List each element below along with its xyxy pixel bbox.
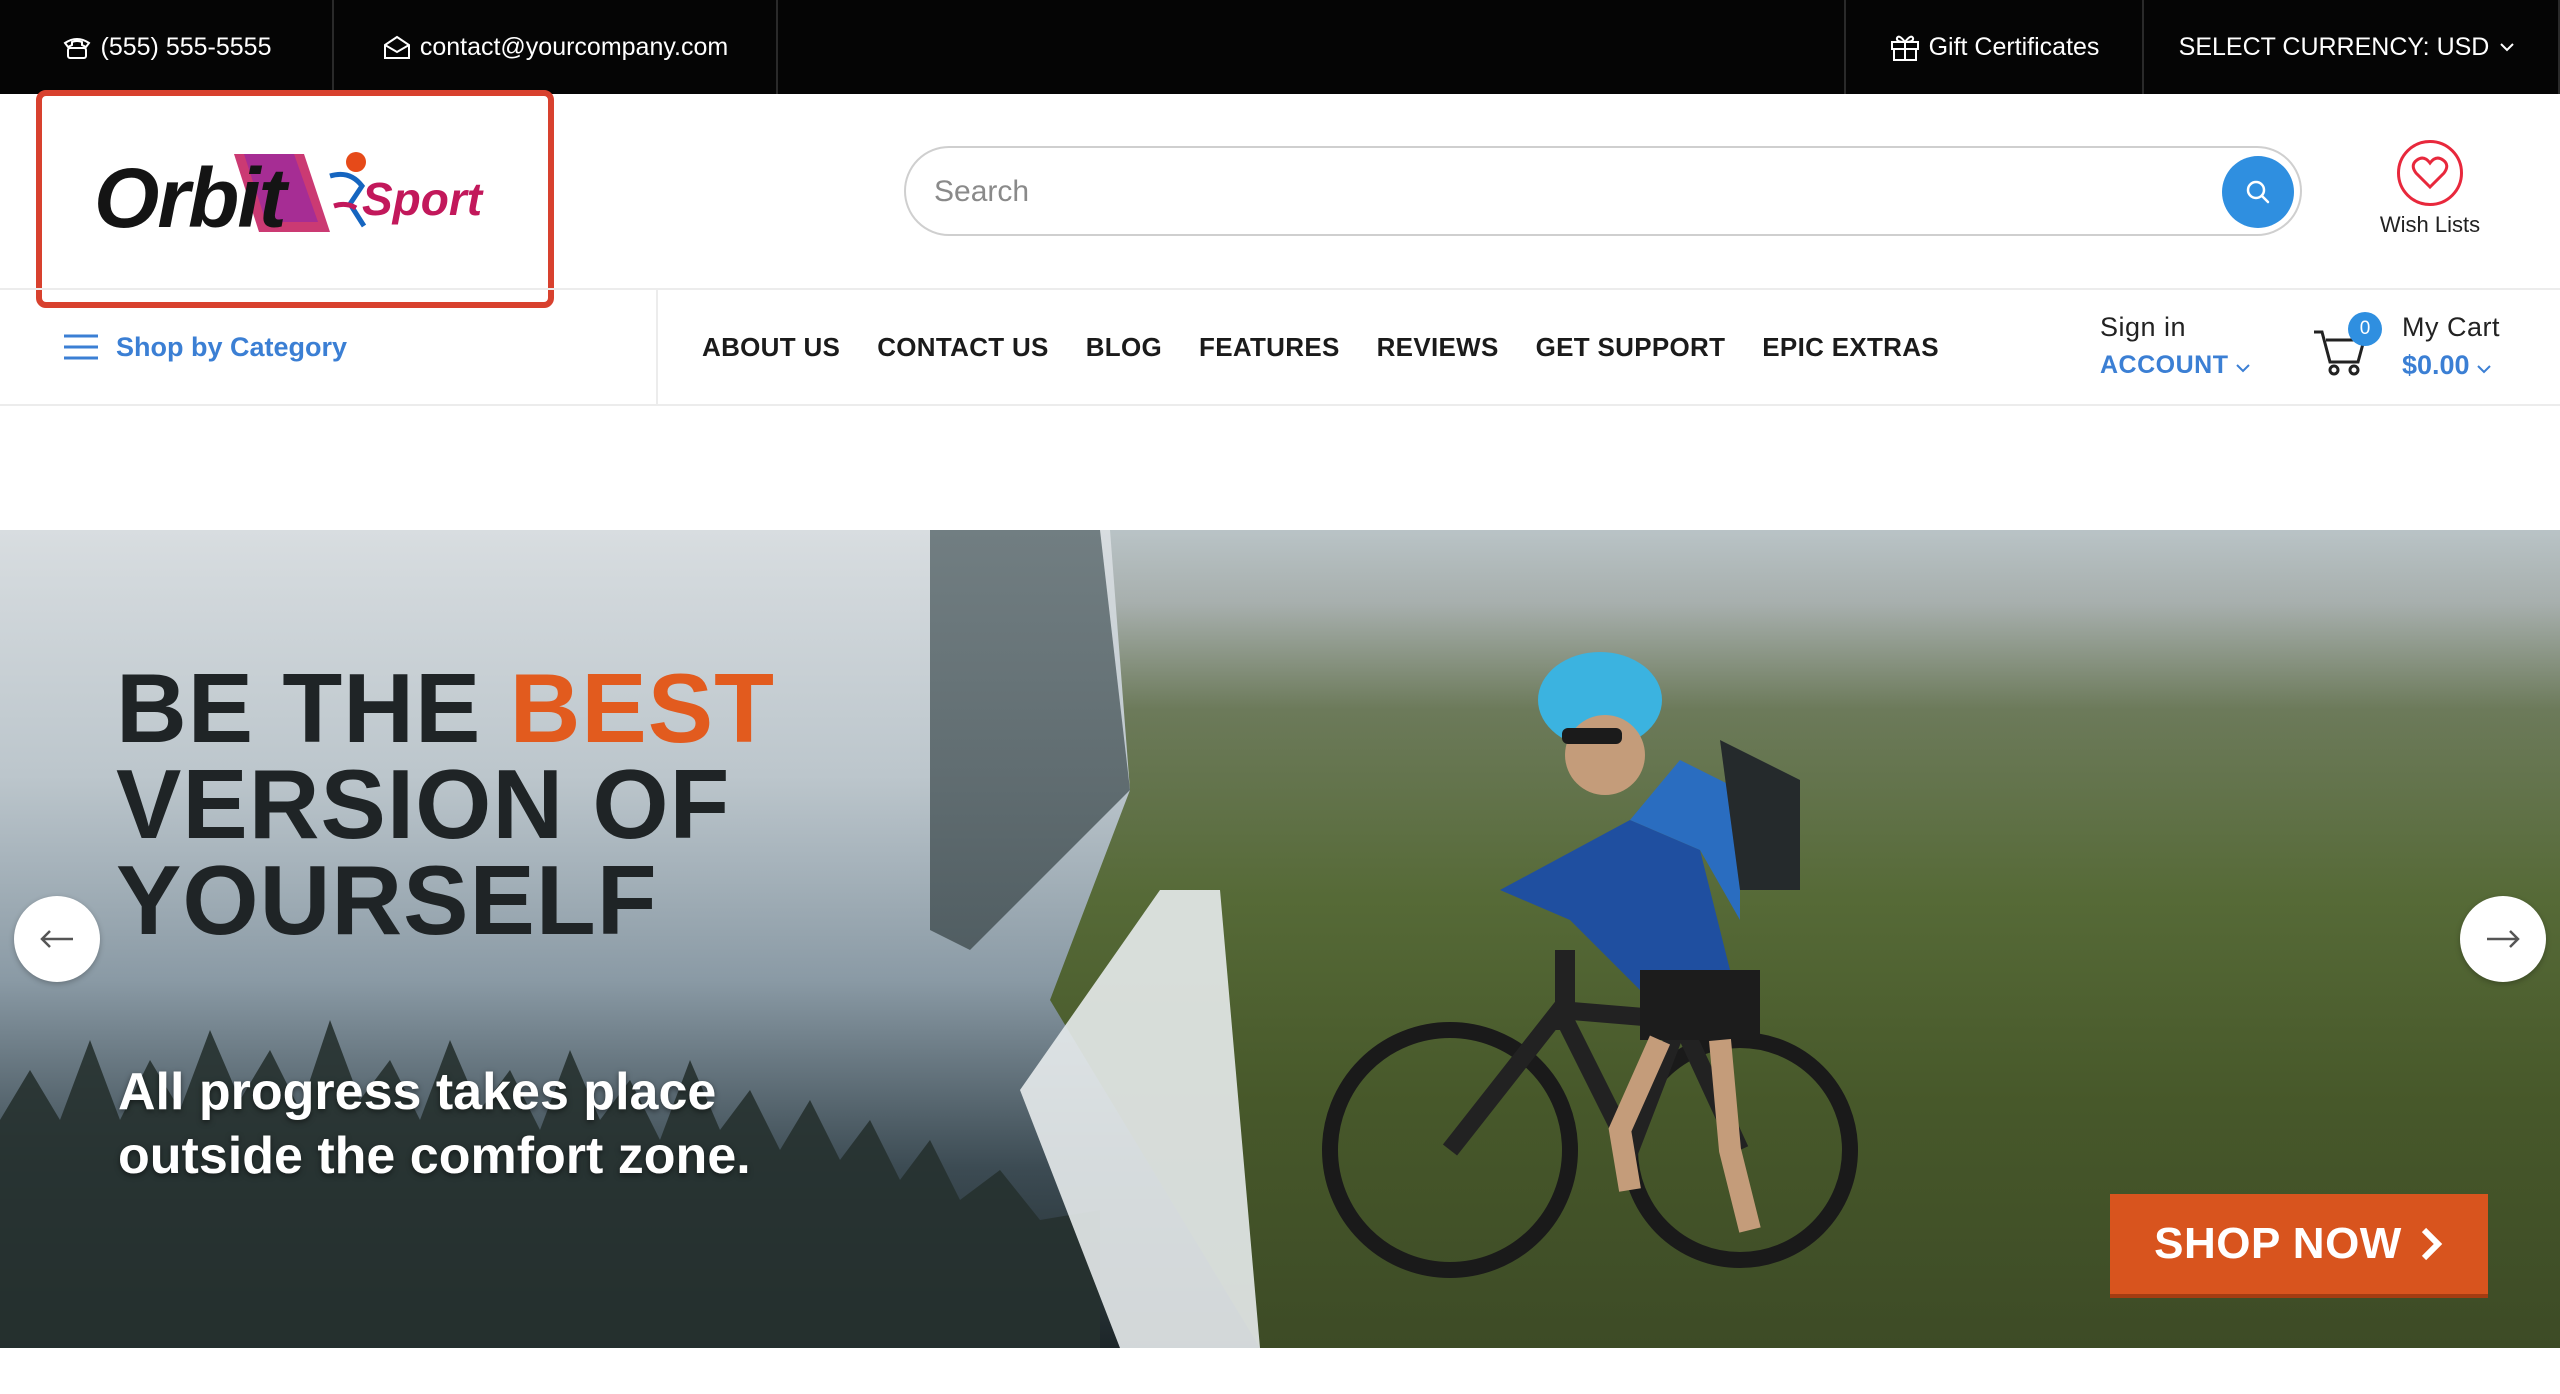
heart-icon <box>2411 156 2449 190</box>
wish-lists-label: Wish Lists <box>2379 212 2481 237</box>
wishlist-circle <box>2397 140 2463 206</box>
cart-count-badge: 0 <box>2348 312 2382 346</box>
email-link[interactable]: contact@yourcompany.com <box>334 0 778 94</box>
nav-menu: ABOUT US CONTACT US BLOG FEATURES REVIEW… <box>702 290 1976 404</box>
phone-number: (555) 555-5555 <box>100 32 272 61</box>
my-cart-label: My Cart <box>2402 312 2500 342</box>
cart-button[interactable]: 0 My Cart $0.00 <box>2312 310 2552 390</box>
mountain-biker-illustration <box>1322 652 1858 1278</box>
chevron-right-icon <box>2421 1227 2443 1261</box>
hamburger-icon <box>64 334 98 360</box>
main-nav: Shop by Category ABOUT US CONTACT US BLO… <box>0 288 2560 406</box>
search-icon <box>2246 180 2270 204</box>
chevron-down-icon <box>2477 365 2491 374</box>
headline-part-1: BE THE <box>116 653 510 763</box>
arrow-right-icon <box>2487 930 2520 948</box>
nav-get-support[interactable]: GET SUPPORT <box>1536 332 1726 363</box>
headline-line-3: YOURSELF <box>116 845 658 955</box>
search-bar <box>904 146 2302 236</box>
orbit-sport-logo[interactable]: Orbit Sport <box>94 142 514 252</box>
wish-lists-link[interactable]: Wish Lists <box>2360 140 2500 250</box>
cart-total[interactable]: $0.00 <box>2402 350 2491 381</box>
search-button[interactable] <box>2222 156 2294 228</box>
chevron-down-icon <box>2500 43 2515 52</box>
logo-word-sport: Sport <box>362 173 483 225</box>
account-dropdown[interactable]: ACCOUNT <box>2100 351 2260 380</box>
search-input[interactable] <box>934 166 2114 218</box>
gift-icon <box>1890 35 1919 61</box>
cart-total-value: $0.00 <box>2402 350 2470 380</box>
nav-epic-extras[interactable]: EPIC EXTRAS <box>1762 332 1939 363</box>
nav-reviews[interactable]: REVIEWS <box>1377 332 1499 363</box>
arrow-left-icon <box>40 930 73 948</box>
nav-contact-us[interactable]: CONTACT US <box>877 332 1049 363</box>
hero-headline: BE THE BEST VERSION OF YOURSELF <box>116 659 775 955</box>
currency-label: SELECT CURRENCY: USD <box>2178 32 2490 61</box>
nav-features[interactable]: FEATURES <box>1199 332 1340 363</box>
currency-select[interactable]: SELECT CURRENCY: USD <box>2144 0 2560 94</box>
chevron-down-icon <box>2236 364 2250 373</box>
tagline-line-2: outside the comfort zone. <box>118 1127 751 1185</box>
logo-word-orbit: Orbit <box>94 151 287 245</box>
nav-about-us[interactable]: ABOUT US <box>702 332 840 363</box>
carousel-prev-button[interactable] <box>14 896 100 982</box>
top-bar: (555) 555-5555 contact@yourcompany.com G… <box>0 0 2560 94</box>
logo-highlight: Orbit Sport <box>36 90 554 308</box>
shop-by-category-button[interactable]: Shop by Category <box>0 290 658 404</box>
hero-tagline: All progress takes place outside the com… <box>118 1060 751 1188</box>
phone-icon <box>63 38 90 59</box>
gift-label: Gift Certificates <box>1928 32 2100 61</box>
shop-now-label: SHOP NOW <box>2154 1219 2402 1268</box>
nav-blog[interactable]: BLOG <box>1086 332 1162 363</box>
headline-accent: BEST <box>509 653 775 763</box>
headline-line-1: BE THE BEST <box>116 659 775 757</box>
phone-link[interactable]: (555) 555-5555 <box>0 0 334 94</box>
account-label: ACCOUNT <box>2100 351 2229 379</box>
gift-certificates-link[interactable]: Gift Certificates <box>1844 0 2144 94</box>
shop-now-button[interactable]: SHOP NOW <box>2110 1194 2488 1298</box>
account-menu[interactable]: Sign in ACCOUNT <box>2100 312 2260 380</box>
mail-icon <box>383 35 410 59</box>
email-address: contact@yourcompany.com <box>419 32 729 61</box>
sign-in-label: Sign in <box>2100 312 2187 342</box>
carousel-next-button[interactable] <box>2460 896 2546 982</box>
headline-line-2: VERSION OF <box>116 749 731 859</box>
tagline-line-1: All progress takes place <box>118 1063 717 1121</box>
shop-by-category-label: Shop by Category <box>116 331 348 362</box>
hero-banner: BE THE BEST VERSION OF YOURSELF All prog… <box>0 530 2560 1348</box>
